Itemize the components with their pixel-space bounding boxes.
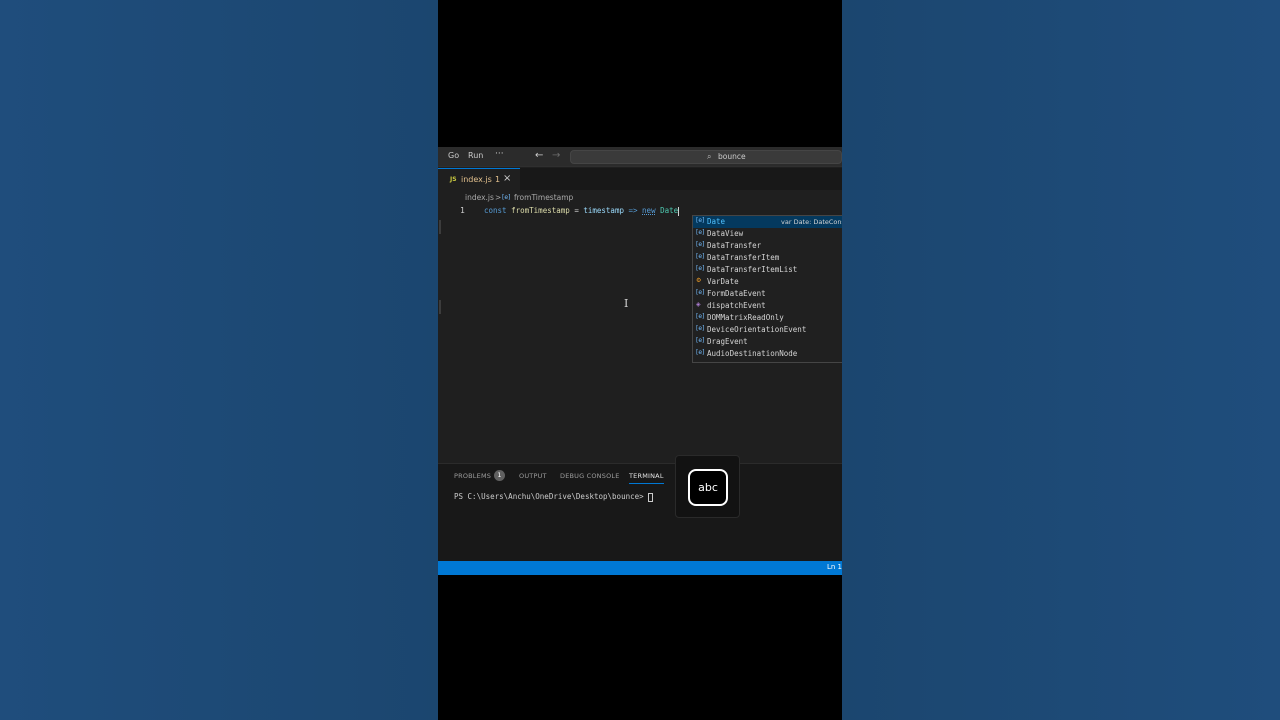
terminal-line[interactable]: PS C:\Users\Anchu\OneDrive\Desktop\bounc… (454, 492, 654, 502)
mouse-ibeam-cursor: I (624, 297, 629, 310)
parameter-name: timestamp (583, 206, 624, 215)
status-bar: Ln 1 (438, 561, 842, 575)
suggestion-item[interactable]: [e] DataView (693, 228, 842, 240)
tab-debug-console[interactable]: DEBUG CONSOLE (560, 472, 620, 480)
class-name: Date (660, 206, 679, 215)
variable-icon: [e] (696, 217, 705, 224)
close-icon[interactable]: × (503, 173, 511, 184)
breadcrumb-file[interactable]: index.js (465, 193, 494, 202)
suggestion-item[interactable]: ⚙ VarDate (693, 276, 842, 288)
suggestion-item[interactable]: [e] DragEvent (693, 336, 842, 348)
suggestion-label: AudioDestinationNode (707, 349, 798, 358)
keyboard-abc-icon: abc (688, 469, 728, 506)
tab-terminal[interactable]: TERMINAL (629, 472, 664, 484)
method-icon: ◈ (696, 301, 701, 308)
suggestion-label: DataTransfer (707, 241, 762, 250)
search-icon: ⌕ (707, 152, 712, 161)
suggestion-label: dispatchEvent (707, 301, 766, 310)
suggestion-item[interactable]: [e] DOMMatrixReadOnly (693, 312, 842, 324)
variable-icon: [e] (696, 337, 705, 344)
back-arrow-icon[interactable]: ← (535, 150, 543, 161)
terminal-cursor (648, 492, 654, 502)
variable-icon: [e] (696, 253, 705, 260)
javascript-file-icon: JS (450, 176, 457, 183)
suggestion-item[interactable]: [e] FormDataEvent (693, 288, 842, 300)
suggestion-label: DataTransferItem (707, 253, 780, 262)
gutter-marker (439, 220, 441, 234)
breadcrumb-separator: > (495, 193, 502, 202)
operator-equals: = (574, 206, 579, 215)
variable-icon: [e] (696, 349, 705, 356)
suggestion-label: Date (707, 217, 726, 226)
vscode-window: Go Run ··· ← → ⌕ bounce JS index.js 1 × … (438, 147, 842, 575)
code-line: const fromTimestamp = timestamp => new D… (484, 206, 680, 216)
tab-problems[interactable]: PROBLEMS (454, 472, 491, 480)
suggestion-item[interactable]: [e] AudioDestinationNode (693, 348, 842, 360)
menu-go[interactable]: Go (448, 151, 459, 160)
tab-output[interactable]: OUTPUT (519, 472, 547, 480)
menu-run[interactable]: Run (468, 151, 483, 160)
keyword-const: const (484, 206, 507, 215)
suggestion-label: DeviceOrientationEvent (707, 325, 807, 334)
forward-arrow-icon[interactable]: → (552, 150, 560, 161)
variable-symbol-icon: [e] (502, 194, 511, 201)
suggestion-widget: [e] Date var Date: DateConstructor [e] D… (692, 215, 842, 363)
suggestion-label: DataTransferItemList (707, 265, 798, 274)
terminal-prompt: PS C:\Users\Anchu\OneDrive\Desktop\bounc… (454, 492, 649, 501)
suggestion-item[interactable]: [e] Date var Date: DateConstructor (693, 216, 842, 228)
arrow-operator: => (628, 206, 638, 215)
variable-icon: [e] (696, 265, 705, 272)
variable-icon: [e] (696, 289, 705, 296)
command-center-search[interactable]: ⌕ bounce (570, 150, 842, 164)
editor-tabs: JS index.js 1 × (438, 168, 842, 190)
keyword-new: new (642, 206, 656, 215)
suggestion-item[interactable]: [e] DataTransferItemList (693, 264, 842, 276)
tab-label: index.js (461, 175, 492, 184)
video-frame: Go Run ··· ← → ⌕ bounce JS index.js 1 × … (438, 0, 842, 720)
tab-problem-count: 1 (495, 175, 501, 184)
abc-label: abc (698, 481, 718, 494)
variable-icon: [e] (696, 229, 705, 236)
suggestion-label: FormDataEvent (707, 289, 766, 298)
tab-index-js[interactable]: JS index.js 1 × (438, 168, 520, 190)
text-caret (678, 206, 680, 216)
breadcrumb-symbol[interactable]: fromTimestamp (514, 193, 573, 202)
suggestion-item[interactable]: ◈ dispatchEvent (693, 300, 842, 312)
bottom-panel: PROBLEMS 1 OUTPUT DEBUG CONSOLE TERMINAL… (438, 463, 842, 561)
line-number: 1 (460, 206, 465, 215)
breadcrumb: index.js > [e] fromTimestamp (438, 190, 842, 204)
function-name: fromTimestamp (511, 206, 570, 215)
suggestion-item[interactable]: [e] DataTransferItem (693, 252, 842, 264)
problems-badge: 1 (494, 470, 505, 481)
suggestion-item[interactable]: [e] DeviceOrientationEvent (693, 324, 842, 336)
keyboard-overlay: abc (675, 455, 740, 518)
suggestion-label: DragEvent (707, 337, 748, 346)
title-bar: Go Run ··· ← → ⌕ bounce (438, 147, 842, 167)
gutter-marker (439, 300, 441, 314)
background-right (842, 0, 1280, 720)
variable-icon: [e] (696, 325, 705, 332)
search-text: bounce (718, 152, 746, 161)
variable-icon: [e] (696, 241, 705, 248)
more-menu-icon[interactable]: ··· (495, 149, 504, 159)
variable-icon: [e] (696, 313, 705, 320)
background-left (0, 0, 438, 720)
type-alias-icon: ⚙ (696, 277, 702, 284)
cursor-position[interactable]: Ln 1 (827, 563, 842, 571)
suggestion-label: DataView (707, 229, 744, 238)
suggestion-label: VarDate (707, 277, 739, 286)
suggestion-item[interactable]: [e] DataTransfer (693, 240, 842, 252)
suggestion-label: DOMMatrixReadOnly (707, 313, 784, 322)
suggestion-detail: var Date: DateConstructor (781, 218, 842, 226)
